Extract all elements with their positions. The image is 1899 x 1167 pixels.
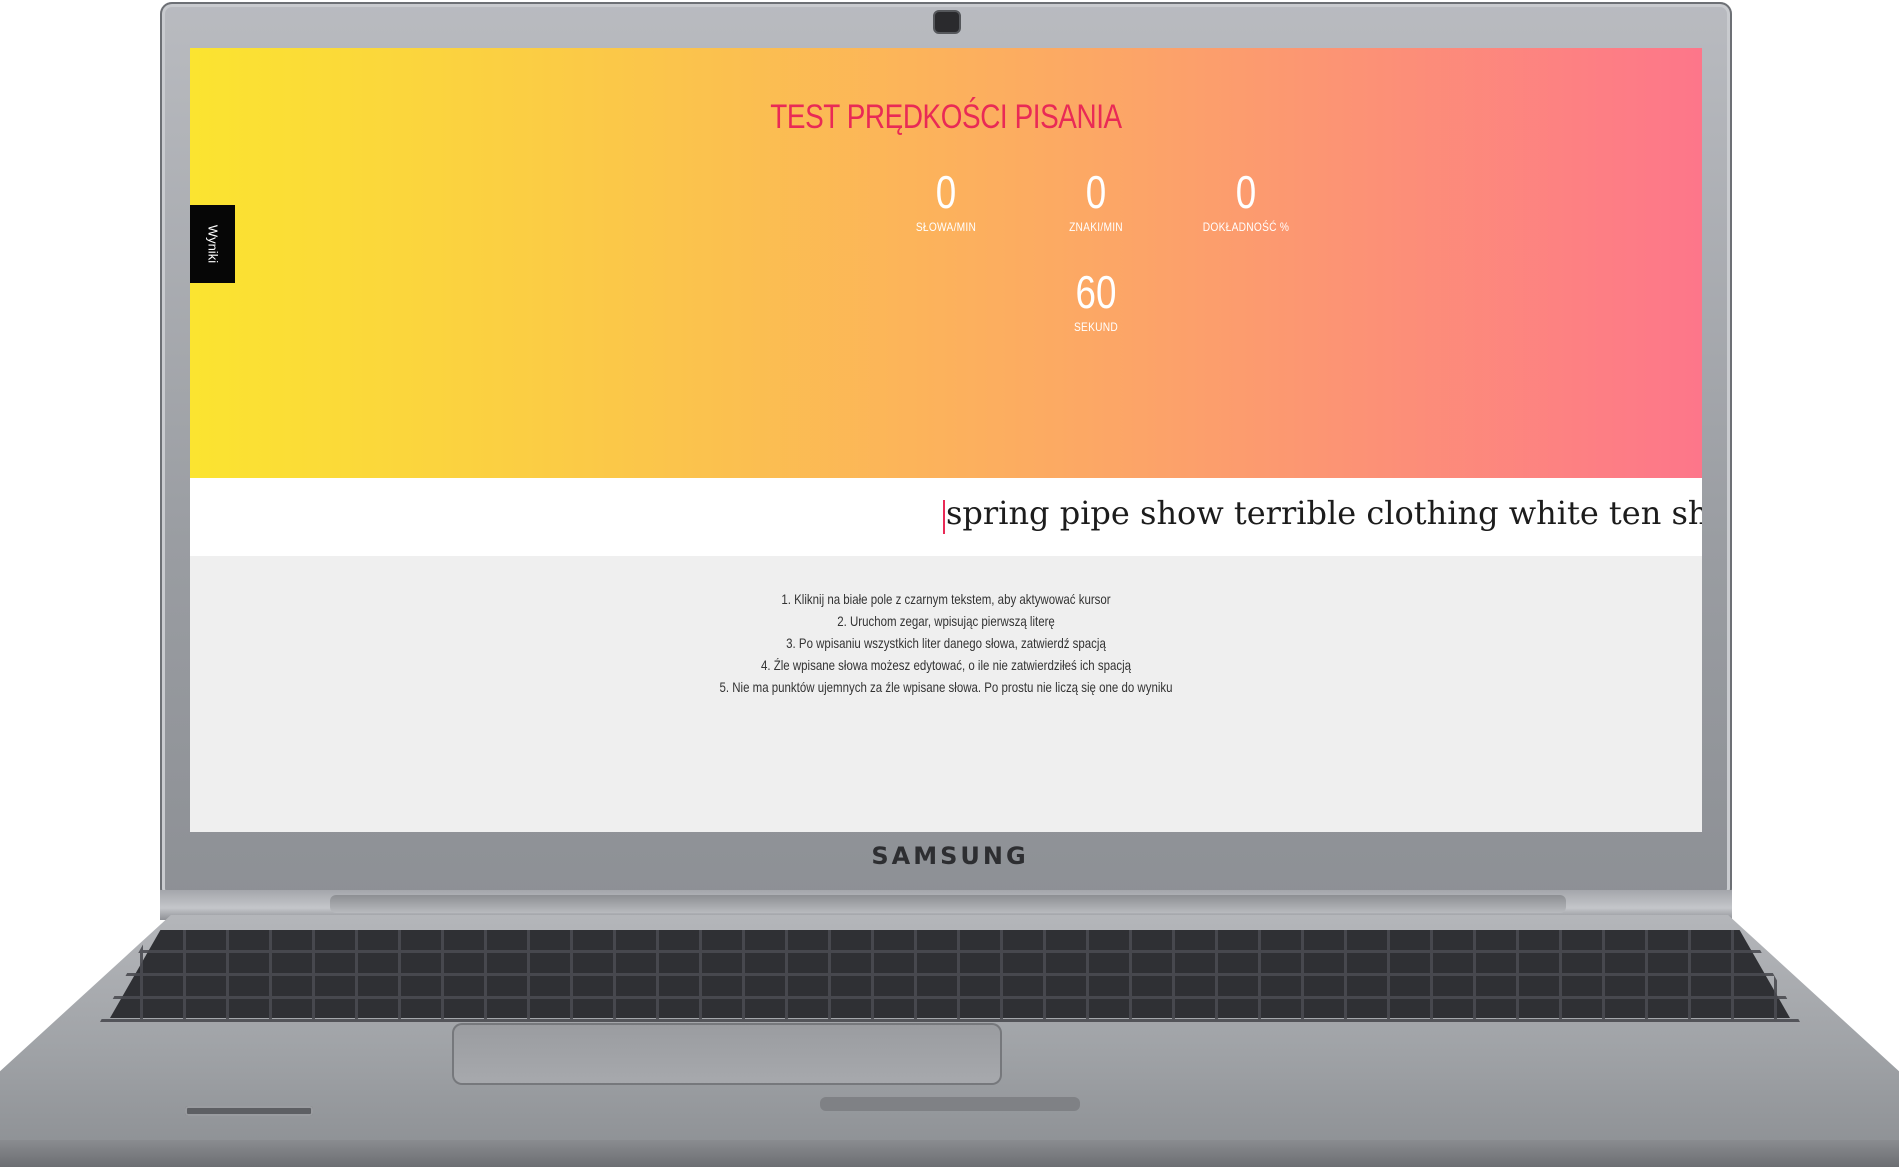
text-caret (943, 500, 945, 534)
laptop-screen: TEST PRĘDKOŚCI PISANIA 0 SŁOWA/MIN 0 ZNA… (190, 48, 1702, 832)
results-tab-label: Wyniki (205, 224, 220, 264)
front-latch (820, 1097, 1080, 1111)
hinge-bar (330, 895, 1566, 913)
card-slot (185, 1106, 313, 1116)
instruction-item: 3. Po wpisaniu wszystkich liter danego s… (786, 635, 1106, 651)
words-per-min-label: SŁOWA/MIN (915, 220, 977, 234)
instruction-item: 5. Nie ma punktów ujemnych za źle wpisan… (719, 679, 1173, 695)
keyboard-keys (100, 930, 1800, 1022)
hero-header: TEST PRĘDKOŚCI PISANIA 0 SŁOWA/MIN 0 ZNA… (190, 48, 1702, 478)
accuracy-label: DOKŁADNOŚĆ % (1202, 220, 1290, 234)
laptop-mockup: TEST PRĘDKOŚCI PISANIA 0 SŁOWA/MIN 0 ZNA… (0, 0, 1899, 1167)
stat-timer: 60 SEKUND (1016, 266, 1176, 334)
chars-per-min-label: ZNAKI/MIN (1069, 220, 1123, 234)
stat-accuracy: 0 DOKŁADNOŚĆ % (1166, 166, 1326, 234)
instruction-item: 2. Uruchom zegar, wpisując pierwszą lite… (837, 613, 1055, 629)
results-tab-button[interactable]: Wyniki (190, 205, 235, 283)
accuracy-value: 0 (1235, 166, 1257, 218)
typing-words: spring pipe show terrible clothing white… (946, 494, 1702, 532)
chars-per-min-value: 0 (1085, 166, 1107, 218)
timer-value: 60 (1075, 266, 1117, 318)
stat-words-per-min: 0 SŁOWA/MIN (866, 166, 1026, 234)
page-title: TEST PRĘDKOŚCI PISANIA (770, 98, 1122, 136)
timer-label: SEKUND (1073, 320, 1119, 334)
instruction-item: 4. Źle wpisane słowa możesz edytować, o … (760, 657, 1132, 673)
typing-input-area[interactable]: spring pipe show terrible clothing white… (190, 478, 1702, 556)
stat-chars-per-min: 0 ZNAKI/MIN (1016, 166, 1176, 234)
laptop-front-edge (0, 1140, 1899, 1167)
instruction-item: 1. Kliknij na białe pole z czarnym tekst… (781, 591, 1111, 607)
touchpad (452, 1023, 1002, 1085)
words-per-min-value: 0 (935, 166, 957, 218)
instructions-list: 1. Kliknij na białe pole z czarnym tekst… (190, 588, 1702, 698)
webcam (933, 10, 961, 34)
brand-logo: SAMSUNG (871, 842, 1029, 870)
